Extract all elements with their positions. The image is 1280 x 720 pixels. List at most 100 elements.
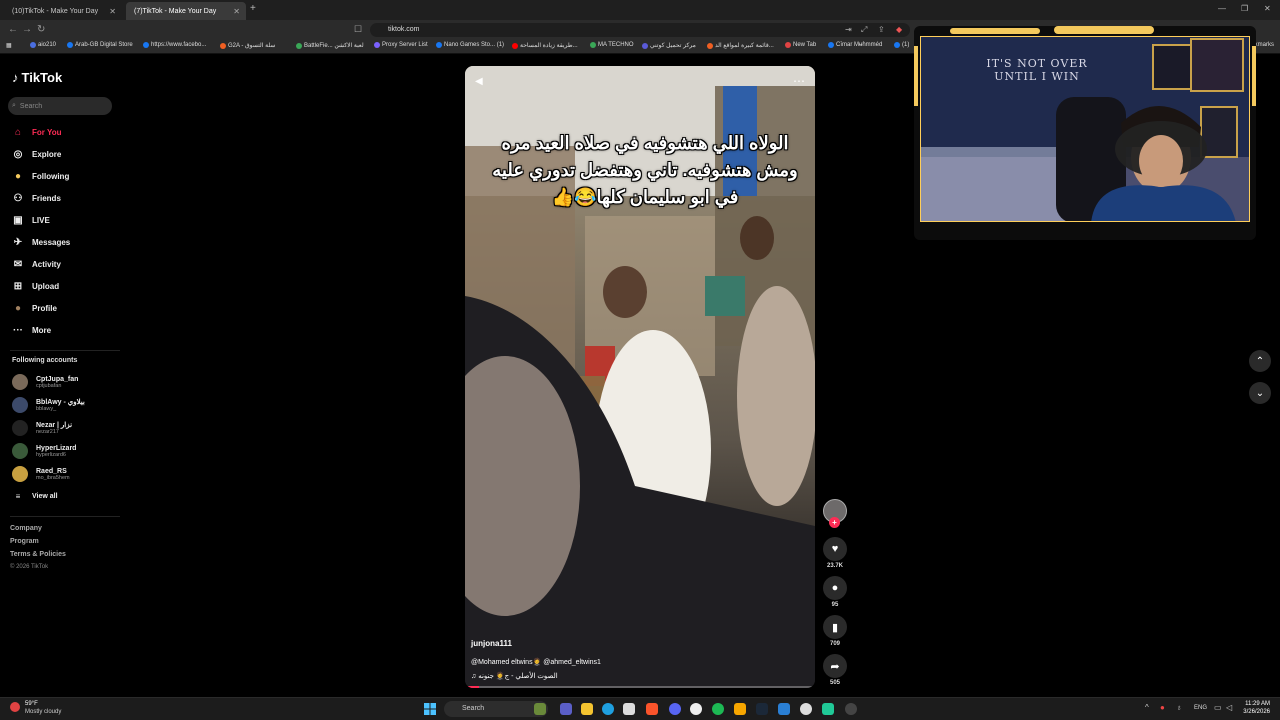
app-icon[interactable]: [800, 703, 812, 715]
reload-icon[interactable]: ↻: [37, 24, 45, 35]
brave-shield-icon[interactable]: ◆: [896, 25, 902, 34]
following-accounts-title: Following accounts: [12, 357, 78, 364]
footer-program[interactable]: Program: [10, 538, 39, 545]
open-external-icon[interactable]: ⤢: [861, 25, 867, 35]
language-indicator[interactable]: ENG: [1194, 705, 1207, 711]
chevron-up-icon[interactable]: ^: [1145, 703, 1149, 712]
account-name: BblAwy - بيلاوي: [36, 399, 85, 406]
video-sound[interactable]: ♫ الصوت الأصلي - ج🤵 جنونه: [471, 672, 558, 680]
nav-upload[interactable]: ⊞ Upload: [12, 281, 59, 292]
url-text: tiktok.com: [388, 26, 420, 33]
following-account[interactable]: BblAwy - بيلاوي bblawy_: [12, 397, 85, 413]
brave-icon[interactable]: [646, 703, 658, 715]
new-tab-icon[interactable]: +: [250, 3, 256, 14]
bookmark-item[interactable]: Nano Games Sto... (1): [436, 42, 504, 48]
close-icon[interactable]: ✕: [109, 7, 116, 16]
settings-icon[interactable]: [778, 703, 790, 715]
nav-profile[interactable]: ● Profile: [12, 303, 57, 314]
file-explorer-icon[interactable]: [581, 703, 593, 715]
view-all-link[interactable]: ≡ View all: [12, 492, 58, 501]
following-account[interactable]: HyperLizard hyperlizard6: [12, 443, 76, 459]
nav-live[interactable]: ▣ LIVE: [12, 215, 50, 226]
bookmark-item[interactable]: Cīmar Mʉɦmméd: [828, 42, 882, 48]
app-icon[interactable]: [734, 703, 746, 715]
bookmark-button[interactable]: ▮: [823, 615, 847, 639]
bookmark-item[interactable]: https://www.facebo...: [143, 42, 206, 48]
taskbar-search[interactable]: Search: [444, 701, 548, 717]
weather-temp[interactable]: 59°F: [25, 701, 38, 707]
address-bar[interactable]: tiktok.com: [370, 23, 910, 37]
bookmark-item[interactable]: طريقة زيادة المساحة...: [512, 42, 578, 49]
browser-tab[interactable]: (10)TikTok - Make Your Day ✕: [4, 2, 122, 20]
bookmark-item[interactable]: مركز تحميل كوتني: [642, 42, 696, 49]
comment-button[interactable]: ●: [823, 576, 847, 600]
bookmark-item[interactable]: MA TECHNO: [590, 42, 634, 48]
more-options-icon[interactable]: ⋯: [793, 74, 805, 88]
close-icon[interactable]: ✕: [233, 7, 240, 16]
mute-icon[interactable]: ◀: [475, 76, 483, 87]
forward-icon[interactable]: →: [22, 24, 32, 35]
clock-date[interactable]: 3/26/2026: [1238, 709, 1270, 715]
follow-plus-icon[interactable]: +: [829, 517, 840, 528]
nav-explore[interactable]: ◎ Explore: [12, 149, 62, 160]
video-player[interactable]: ◀ ⋯ الولاه اللي هتشوفيه في صلاه العيد مر…: [465, 66, 815, 688]
apps-icon[interactable]: ▦: [6, 42, 12, 49]
nav-following[interactable]: ● Following: [12, 171, 69, 182]
like-button[interactable]: ♥: [823, 537, 847, 561]
search-input[interactable]: ⌕ Search: [8, 97, 112, 115]
task-view-icon[interactable]: [560, 703, 572, 715]
bookmark-item[interactable]: aio210: [30, 42, 56, 48]
window-close-icon[interactable]: ✕: [1264, 4, 1271, 13]
bookmark-item[interactable]: G2A - سلة التسوق: [220, 42, 275, 49]
following-account[interactable]: Raed_RS mo_ibra5hem: [12, 466, 70, 482]
bookmark-item[interactable]: قائمة كبيرة لمواقع الد...: [707, 42, 774, 49]
next-video-button[interactable]: ⌄: [1249, 382, 1271, 404]
tiktok-logo[interactable]: ♪ TikTok: [12, 70, 62, 85]
share-icon[interactable]: ⇪: [878, 25, 885, 34]
store-icon[interactable]: [623, 703, 635, 715]
news-widget-icon[interactable]: [534, 703, 546, 715]
previous-video-button[interactable]: ⌃: [1249, 350, 1271, 372]
app-icon[interactable]: [845, 703, 857, 715]
steam-icon[interactable]: [756, 703, 768, 715]
nav-messages[interactable]: ✈ Messages: [12, 237, 70, 248]
discord-icon[interactable]: [669, 703, 681, 715]
windows-start-icon[interactable]: [424, 703, 436, 715]
network-icon[interactable]: ▭: [1214, 703, 1222, 712]
tray-app-icon[interactable]: ●: [1160, 703, 1165, 712]
back-icon[interactable]: ←: [8, 24, 18, 35]
clock-time[interactable]: 11:29 AM: [1238, 701, 1270, 707]
obs-icon[interactable]: [690, 703, 702, 715]
bookmark-item[interactable]: Proxy Server List: [374, 42, 428, 48]
footer-company[interactable]: Company: [10, 525, 42, 532]
bookmark-icon[interactable]: ☐: [354, 24, 362, 35]
spotify-icon[interactable]: [712, 703, 724, 715]
bookmark-item[interactable]: (1): [894, 42, 909, 48]
minimize-icon[interactable]: —: [1218, 4, 1226, 13]
frame-accent: [950, 28, 1040, 34]
app-icon[interactable]: [822, 703, 834, 715]
account-name: CptJupa_fan: [36, 375, 79, 383]
video-progress-bar[interactable]: [465, 686, 815, 688]
browser-tab-active[interactable]: (7)TikTok - Make Your Day ✕: [126, 2, 246, 20]
bookmark-item[interactable]: BattleFie... لعبة الاكشن: [296, 42, 364, 49]
weather-desc[interactable]: Mostly cloudy: [25, 709, 61, 715]
share-button[interactable]: ➦: [823, 654, 847, 678]
bookmark-item[interactable]: Arab-GB Digital Store: [67, 42, 133, 48]
maximize-icon[interactable]: ❐: [1241, 4, 1248, 13]
volume-icon[interactable]: ◁: [1226, 703, 1232, 712]
nav-for-you[interactable]: ⌂ For You: [12, 127, 62, 138]
microphone-icon[interactable]: ♁: [1176, 703, 1182, 712]
following-account[interactable]: Nezar | نزار nezar217: [12, 420, 72, 436]
video-description[interactable]: @Mohamed eltwins🤵 @ahmed_eltwins1: [471, 658, 601, 666]
video-username[interactable]: junjona111: [471, 639, 512, 648]
following-account[interactable]: CptJupa_fan cptjubafan: [12, 374, 78, 390]
nav-friends[interactable]: ⚇ Friends: [12, 193, 61, 204]
bookmark-item[interactable]: New Tab: [785, 42, 816, 48]
reader-icon[interactable]: ⇥: [845, 25, 852, 34]
nav-activity[interactable]: ✉ Activity: [12, 259, 61, 270]
nav-more[interactable]: ··· More: [12, 325, 51, 336]
footer-terms[interactable]: Terms & Policies: [10, 551, 66, 558]
bookmark-favicon: [590, 42, 596, 48]
edge-icon[interactable]: [602, 703, 614, 715]
